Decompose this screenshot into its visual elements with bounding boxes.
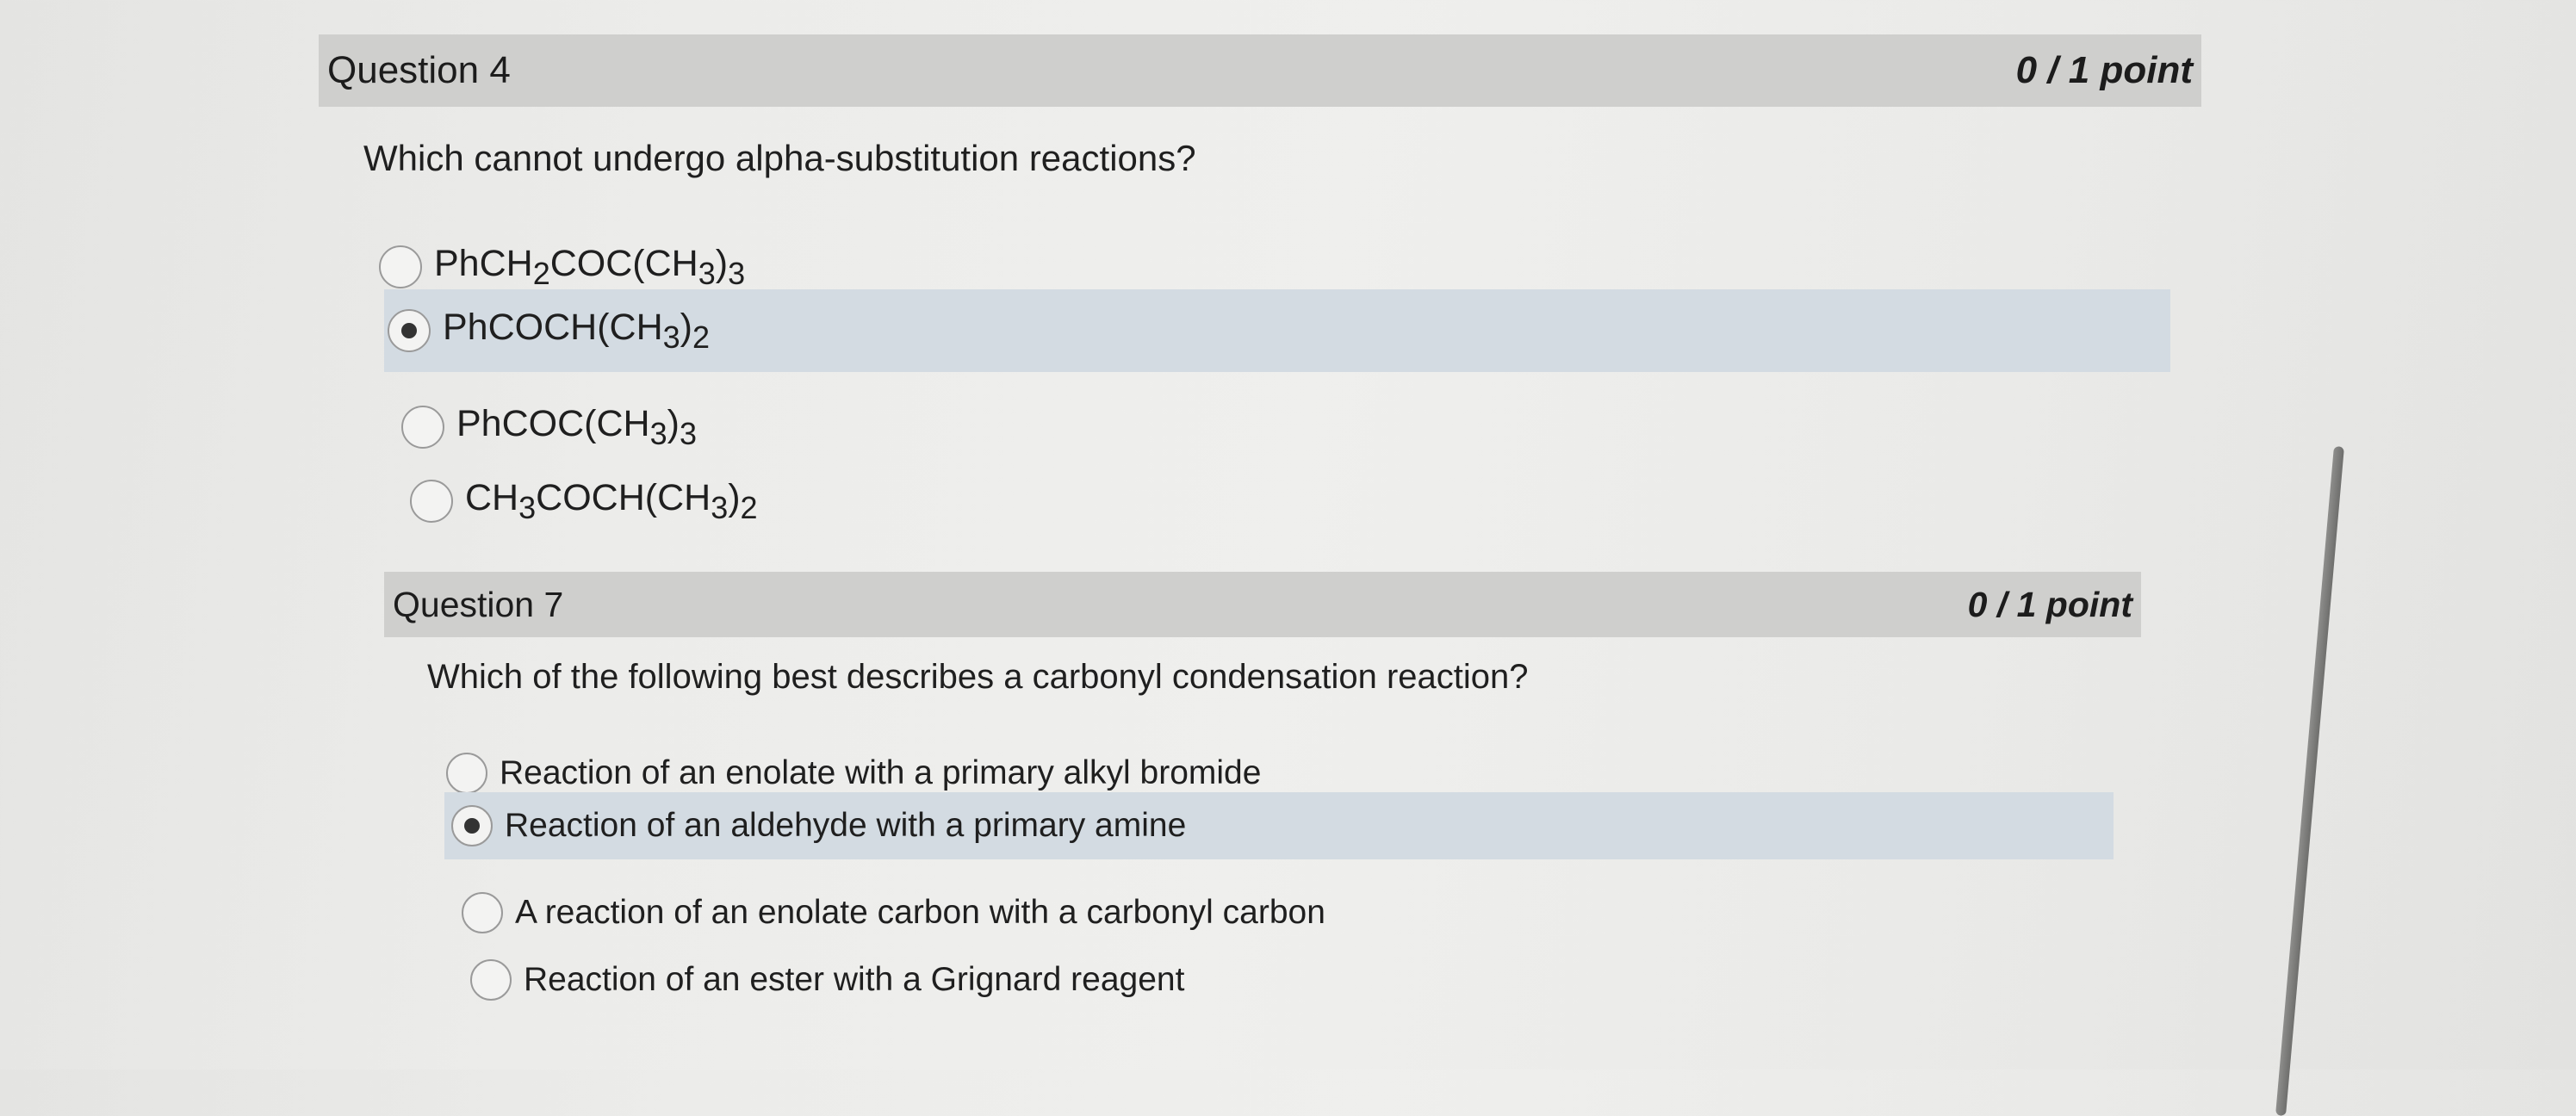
option-label: Reaction of an ester with a Grignard rea… bbox=[524, 961, 1185, 998]
radio-button[interactable] bbox=[462, 892, 503, 933]
question-7-points: 0 / 1 point bbox=[1967, 584, 2132, 624]
option-label: Reaction of an aldehyde with a primary a… bbox=[505, 807, 1187, 844]
q7-option-2[interactable]: Reaction of an aldehyde with a primary a… bbox=[444, 792, 2114, 859]
vertical-scrollbar[interactable] bbox=[2275, 446, 2344, 1116]
radio-button[interactable] bbox=[401, 406, 444, 449]
question-4-points: 0 / 1 point bbox=[2015, 49, 2193, 91]
radio-button-selected[interactable] bbox=[388, 309, 431, 352]
question-4-title: Question 4 bbox=[327, 49, 511, 91]
radio-button[interactable] bbox=[379, 245, 422, 288]
q7-option-1[interactable]: Reaction of an enolate with a primary al… bbox=[446, 749, 1824, 797]
q4-option-2[interactable]: PhCOCH(CH3)2 bbox=[384, 289, 2170, 372]
q4-option-3[interactable]: PhCOC(CH3)3 bbox=[401, 400, 1779, 455]
option-label: CH3COCH(CH3)2 bbox=[465, 476, 758, 525]
question-4-prompt: Which cannot undergo alpha-substitution … bbox=[363, 138, 1196, 178]
q4-option-4[interactable]: CH3COCH(CH3)2 bbox=[410, 474, 1788, 529]
question-7-header: Question 7 0 / 1 point bbox=[384, 572, 2141, 637]
quiz-results-page: Question 4 0 / 1 point Which cannot unde… bbox=[0, 0, 2576, 1116]
q7-option-3[interactable]: A reaction of an enolate carbon with a c… bbox=[462, 889, 1840, 937]
radio-button-selected[interactable] bbox=[451, 805, 493, 846]
q4-option-1[interactable]: PhCH2COC(CH3)3 bbox=[379, 239, 1757, 294]
option-label: PhCH2COC(CH3)3 bbox=[434, 242, 746, 291]
question-4-header: Question 4 0 / 1 point bbox=[319, 34, 2201, 107]
option-label: A reaction of an enolate carbon with a c… bbox=[515, 894, 1325, 931]
radio-button[interactable] bbox=[446, 753, 487, 794]
radio-button[interactable] bbox=[470, 959, 512, 1001]
option-label: PhCOCH(CH3)2 bbox=[443, 306, 711, 355]
q7-option-4[interactable]: Reaction of an ester with a Grignard rea… bbox=[470, 956, 1848, 1004]
question-7-title: Question 7 bbox=[393, 584, 564, 624]
option-label: Reaction of an enolate with a primary al… bbox=[500, 754, 1262, 791]
radio-button[interactable] bbox=[410, 480, 453, 523]
option-label: PhCOC(CH3)3 bbox=[456, 402, 697, 451]
question-7-prompt: Which of the following best describes a … bbox=[427, 658, 1529, 696]
